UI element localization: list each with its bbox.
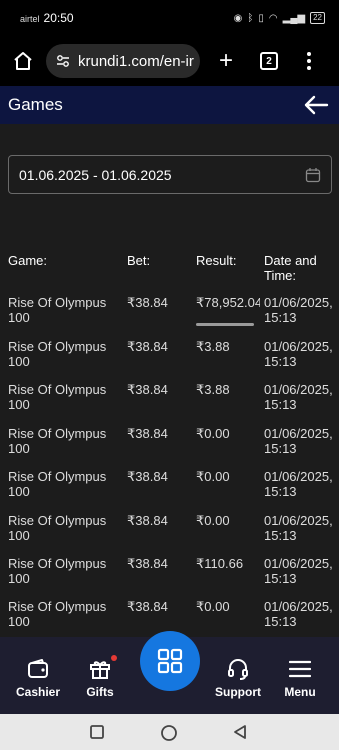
cell-game: Rise Of Olympus 100 <box>8 599 107 629</box>
cell-datetime: 01/06/2025, 15:13 <box>264 426 333 456</box>
headset-icon <box>228 659 248 680</box>
table-row: Rise Of Olympus 100 ₹38.84 ₹3.88 01/06/2… <box>0 339 339 375</box>
cell-bet: ₹38.84 <box>127 339 168 354</box>
cell-bet: ₹38.84 <box>127 382 168 397</box>
col-header-game: Game: <box>8 253 48 268</box>
table-row: Rise Of Olympus 100 ₹38.84 ₹78,952.04 01… <box>0 295 339 331</box>
col-header-bet: Bet: <box>127 253 151 268</box>
cell-result: ₹3.88 <box>196 339 230 354</box>
cell-result: ₹0.00 <box>196 469 230 484</box>
home-icon <box>14 52 32 70</box>
bottom-nav: Cashier Gifts Support Menu <box>0 631 339 714</box>
cell-result: ₹3.88 <box>196 382 230 397</box>
page-header: Games <box>0 86 339 124</box>
cell-result: ₹0.00 <box>196 426 230 441</box>
table-row: Rise Of Olympus 100 ₹38.84 ₹3.88 01/06/2… <box>0 382 339 418</box>
page-title: Games <box>8 95 63 114</box>
cell-game: Rise Of Olympus 100 <box>8 339 107 369</box>
cell-datetime: 01/06/2025, 15:13 <box>264 469 333 499</box>
cell-game: Rise Of Olympus 100 <box>8 295 107 325</box>
cell-game: Rise Of Olympus 100 <box>8 426 107 456</box>
nav-cashier[interactable]: Cashier <box>8 658 68 699</box>
cell-game: Rise Of Olympus 100 <box>8 513 107 543</box>
nav-cashier-label: Cashier <box>15 685 61 699</box>
url-text: krundi1.com/en-ir <box>78 52 194 70</box>
cell-bet: ₹38.84 <box>127 469 168 484</box>
eye-icon: ◉ <box>233 12 243 24</box>
new-tab-button[interactable]: + <box>214 49 238 73</box>
home-circle-icon <box>161 725 177 741</box>
cell-result: ₹110.66 <box>196 556 244 571</box>
cell-datetime: 01/06/2025, 15:13 <box>264 382 333 412</box>
arrow-left-icon <box>304 95 329 115</box>
nav-menu-label: Menu <box>284 685 316 699</box>
notification-dot <box>111 655 117 661</box>
browser-toolbar: krundi1.com/en-ir + 2 <box>0 36 339 86</box>
col-header-result: Result: <box>196 253 237 268</box>
cell-bet: ₹38.84 <box>127 426 168 441</box>
cell-bet: ₹38.84 <box>127 513 168 528</box>
bluetooth-icon: ᛒ <box>247 12 254 24</box>
nav-menu[interactable]: Menu <box>270 658 330 699</box>
status-bar: airtel 20:50 ◉ ᛒ ▯ ◠ ▂▄▆ 22 <box>0 0 339 36</box>
home-nav-button[interactable] <box>160 724 178 747</box>
battery-icon: 22 <box>310 12 325 24</box>
wallet-icon <box>28 659 48 678</box>
back-button[interactable] <box>301 93 331 117</box>
cell-bet: ₹38.84 <box>127 295 168 310</box>
clock: 20:50 <box>43 11 74 25</box>
table-row: Rise Of Olympus 100 ₹38.84 ₹0.00 01/06/2… <box>0 426 339 462</box>
cell-bet: ₹38.84 <box>127 556 168 571</box>
hamburger-icon <box>289 660 311 678</box>
games-grid-button[interactable] <box>140 631 200 691</box>
site-settings-icon <box>57 55 69 67</box>
nav-support-label: Support <box>215 685 261 699</box>
cell-datetime: 01/06/2025, 15:13 <box>264 295 333 325</box>
recents-icon <box>90 725 104 739</box>
back-triangle-icon <box>234 725 246 739</box>
games-history: 01.06.2025 - 01.06.2025 Game: Bet: Resul… <box>0 124 339 637</box>
cell-datetime: 01/06/2025, 15:13 <box>264 513 333 543</box>
recents-button[interactable] <box>89 724 105 745</box>
cell-datetime: 01/06/2025, 15:13 <box>264 556 333 586</box>
nav-support[interactable]: Support <box>208 658 268 699</box>
date-range-text: 01.06.2025 - 01.06.2025 <box>19 166 172 183</box>
table-row: Rise Of Olympus 100 ₹38.84 ₹0.00 01/06/2… <box>0 513 339 549</box>
col-header-datetime: Date and Time: <box>264 253 317 283</box>
date-range-picker[interactable]: 01.06.2025 - 01.06.2025 <box>8 155 332 194</box>
nav-gifts[interactable]: Gifts <box>70 655 130 699</box>
address-bar[interactable]: krundi1.com/en-ir <box>46 44 200 78</box>
tab-switcher-button[interactable]: 2 <box>260 52 278 70</box>
cell-result: ₹0.00 <box>196 599 230 614</box>
cell-game: Rise Of Olympus 100 <box>8 382 107 412</box>
vibrate-icon: ▯ <box>258 12 264 24</box>
back-nav-button[interactable] <box>232 724 248 745</box>
system-navigation-bar <box>0 714 339 750</box>
home-button[interactable] <box>0 51 46 71</box>
gift-icon <box>90 661 110 679</box>
grid-icon <box>157 648 183 674</box>
cell-datetime: 01/06/2025, 15:13 <box>264 339 333 369</box>
cell-game: Rise Of Olympus 100 <box>8 469 107 499</box>
cell-result: ₹0.00 <box>196 513 230 528</box>
carrier-label: airtel <box>20 14 40 24</box>
horizontal-scroll-indicator[interactable] <box>196 323 254 326</box>
cell-datetime: 01/06/2025, 15:13 <box>264 599 333 629</box>
more-menu-button[interactable] <box>304 52 314 70</box>
table-row: Rise Of Olympus 100 ₹38.84 ₹110.66 01/06… <box>0 556 339 592</box>
cell-result: ₹78,952.04 <box>196 295 260 310</box>
table-row: Rise Of Olympus 100 ₹38.84 ₹0.00 01/06/2… <box>0 469 339 505</box>
signal-icon: ▂▄▆ <box>282 12 306 24</box>
cell-game: Rise Of Olympus 100 <box>8 556 107 586</box>
wifi-icon: ◠ <box>268 12 278 24</box>
calendar-icon <box>305 167 321 183</box>
table-row: Rise Of Olympus 100 ₹38.84 ₹0.00 01/06/2… <box>0 599 339 635</box>
nav-gifts-label: Gifts <box>86 685 114 699</box>
cell-bet: ₹38.84 <box>127 599 168 614</box>
